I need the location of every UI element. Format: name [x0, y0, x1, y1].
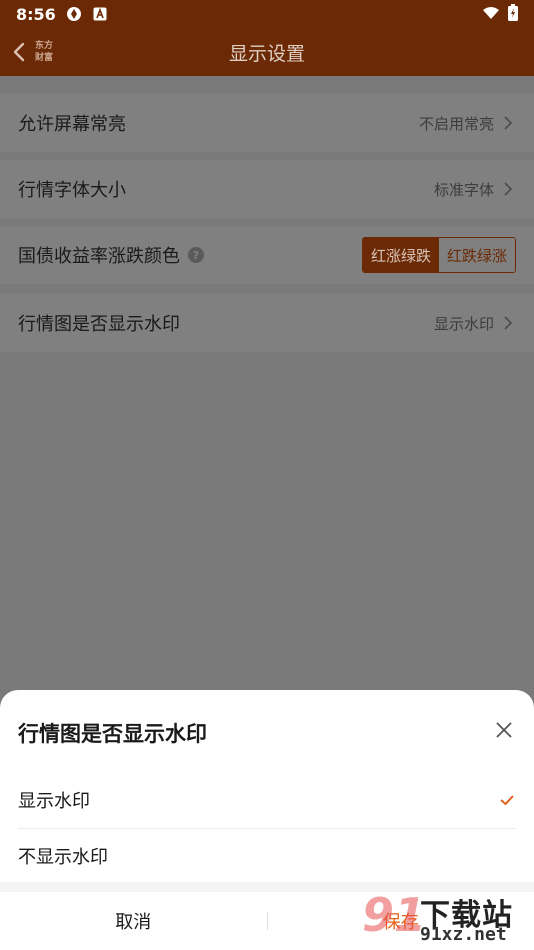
- a-icon: [92, 6, 108, 22]
- site-watermark: 91 下载站 91xz.net: [362, 888, 532, 948]
- sheet-title: 行情图是否显示水印: [18, 722, 207, 746]
- color-toggle: 红涨绿跌 红跌绿涨: [362, 237, 516, 273]
- header-bar: 东方财富 显示设置: [0, 28, 534, 76]
- toggle-option-red-up[interactable]: 红涨绿跌: [363, 238, 439, 272]
- chevron-right-icon: [504, 316, 513, 330]
- toggle-option-red-down[interactable]: 红跌绿涨: [439, 238, 515, 272]
- setting-row-font-size[interactable]: 行情字体大小 标准字体: [0, 160, 534, 218]
- setting-label: 国债收益率涨跌颜色: [18, 246, 180, 267]
- setting-row-screen-on[interactable]: 允许屏幕常亮 不启用常亮: [0, 94, 534, 152]
- cancel-button[interactable]: 取消: [0, 908, 267, 934]
- chevron-right-icon: [504, 182, 513, 196]
- wifi-icon: [482, 5, 500, 24]
- back-button[interactable]: [8, 40, 32, 64]
- watermark-number: 91: [362, 888, 427, 942]
- chevron-left-icon: [13, 42, 25, 62]
- settings-list: 允许屏幕常亮 不启用常亮 行情字体大小 标准字体 国债收益率涨跌颜色 ? 红涨绿…: [0, 76, 534, 690]
- chevron-right-icon: [504, 116, 513, 130]
- watermark-url: 91xz.net: [420, 924, 507, 945]
- setting-value: 标准字体: [433, 180, 494, 199]
- setting-label: 允许屏幕常亮: [18, 114, 126, 135]
- setting-label: 行情图是否显示水印: [18, 314, 180, 335]
- sync-icon: [66, 6, 82, 22]
- status-time: 8:56: [16, 4, 56, 24]
- help-icon[interactable]: ?: [188, 247, 204, 263]
- setting-row-watermark[interactable]: 行情图是否显示水印 显示水印: [0, 294, 534, 352]
- setting-value: 显示水印: [433, 314, 494, 333]
- setting-value: 不启用常亮: [418, 114, 494, 133]
- status-bar: 8:56: [0, 0, 534, 28]
- setting-label: 行情字体大小: [18, 180, 126, 201]
- page-title: 显示设置: [228, 42, 305, 65]
- option-label: 显示水印: [18, 791, 90, 812]
- battery-icon: [508, 3, 518, 25]
- setting-row-bond-color: 国债收益率涨跌颜色 ? 红涨绿跌 红跌绿涨: [0, 226, 534, 284]
- close-icon[interactable]: [494, 720, 514, 740]
- option-show-watermark[interactable]: 显示水印: [0, 772, 534, 828]
- option-hide-watermark[interactable]: 不显示水印: [0, 828, 534, 884]
- check-icon: [500, 795, 514, 806]
- app-logo: 东方财富: [34, 41, 53, 63]
- option-label: 不显示水印: [18, 847, 108, 868]
